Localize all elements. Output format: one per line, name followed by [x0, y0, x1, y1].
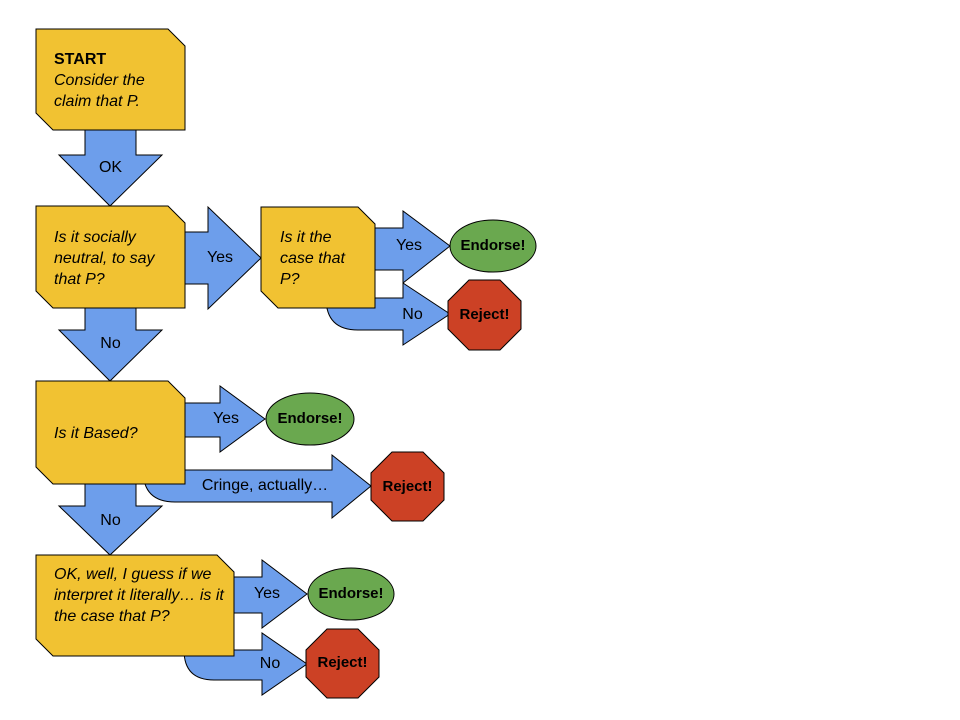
- edge-label-q3-yes: Yes: [212, 410, 240, 427]
- start-text: START Consider the claim that P.: [54, 49, 179, 112]
- q1-text: Is it socially neutral, to say that P?: [54, 229, 155, 288]
- edge-label-q2-yes: Yes: [395, 237, 423, 254]
- edge-label-q3-cringe: Cringe, actually…: [201, 477, 329, 494]
- reject-label-2: Reject!: [382, 478, 433, 495]
- endorse-label-1: Endorse!: [460, 237, 526, 254]
- edge-label-ok: OK: [98, 159, 123, 176]
- edge-label-q4-yes: Yes: [253, 585, 281, 602]
- edge-label-q4-no: No: [259, 655, 281, 672]
- edge-label-q1-no: No: [100, 335, 121, 352]
- reject-label-3: Reject!: [317, 654, 368, 671]
- edge-label-q1-yes: Yes: [206, 249, 234, 266]
- endorse-label-2: Endorse!: [277, 410, 343, 427]
- endorse-label-3: Endorse!: [318, 585, 384, 602]
- edge-label-q3-no: No: [100, 512, 121, 529]
- start-title: START: [54, 51, 107, 68]
- q4-text: OK, well, I guess if we interpret it lit…: [54, 566, 224, 625]
- reject-label-1: Reject!: [459, 306, 510, 323]
- q3-text: Is it Based?: [54, 425, 138, 442]
- edge-label-q2-no: No: [402, 306, 423, 323]
- start-description: Consider the claim that P.: [54, 72, 145, 110]
- q2-text: Is it the case that P?: [280, 229, 345, 288]
